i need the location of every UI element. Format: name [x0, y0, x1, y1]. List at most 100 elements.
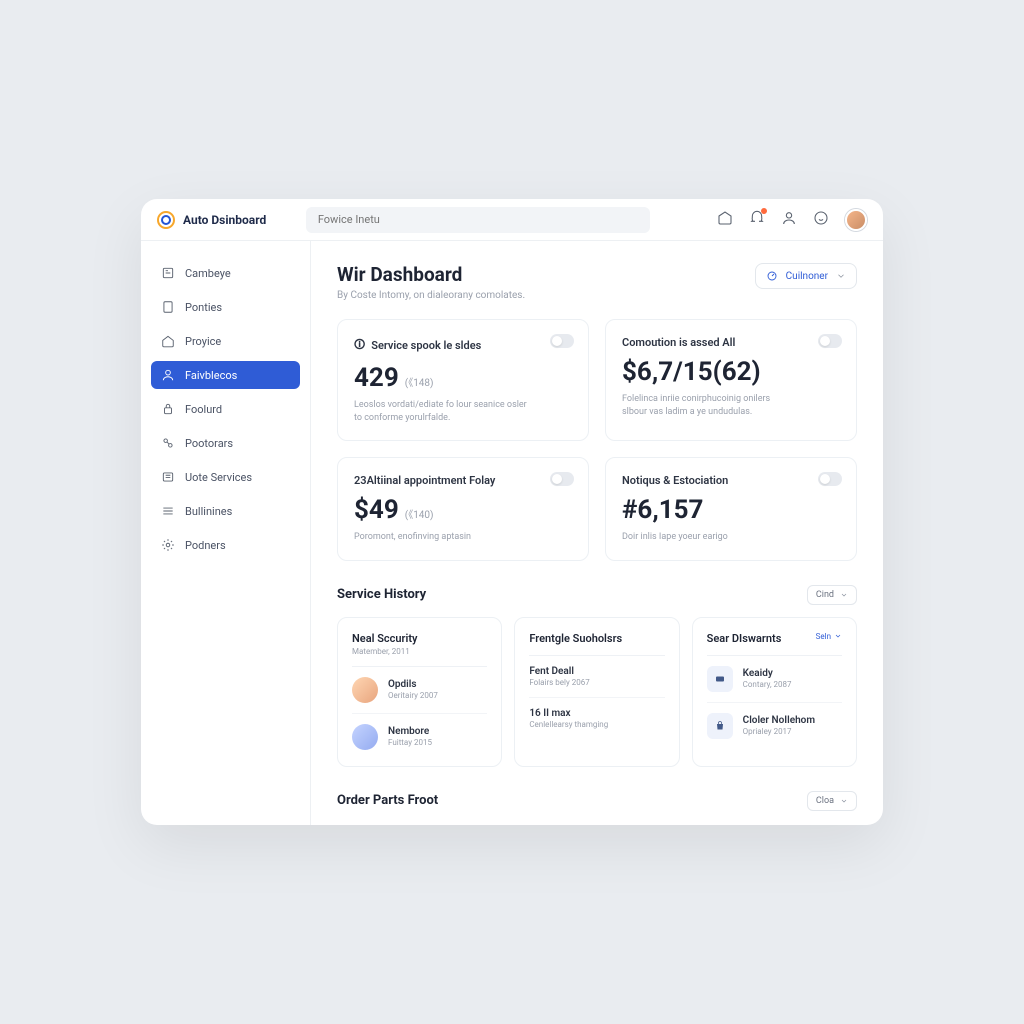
sidebar: Cambeye Ponties Proyice Faivblecos Foolu… — [141, 241, 311, 825]
row-sub: Folairs bely 2067 — [529, 678, 589, 687]
card-eyebrow: Service spook le sldes — [371, 339, 481, 352]
sidebar-item-7[interactable]: Bullinines — [151, 497, 300, 525]
filter-label: Cuilnoner — [786, 271, 828, 282]
panel-title: Neal Sccurity — [352, 632, 418, 645]
panel-title: Frentgle Suoholsrs — [529, 632, 622, 645]
body: Cambeye Ponties Proyice Faivblecos Foolu… — [141, 241, 883, 825]
pill-label: Seln — [816, 632, 831, 641]
sidebar-item-3[interactable]: Faivblecos — [151, 361, 300, 389]
card-toggle[interactable] — [550, 472, 574, 486]
card-toggle[interactable] — [818, 472, 842, 486]
sidebar-item-label: Faivblecos — [185, 369, 237, 382]
sidebar-item-label: Podners — [185, 539, 226, 552]
card-toggle[interactable] — [818, 334, 842, 348]
card-value: $49 — [354, 495, 399, 525]
list-item[interactable]: KeaidyContary, 2087 — [707, 656, 842, 703]
panel-sub: Matember, 2011 — [352, 647, 418, 656]
card-value: #6,157 — [622, 495, 703, 525]
sidebar-item-label: Uote Services — [185, 471, 252, 484]
card-sub: (《140) — [405, 506, 434, 521]
chevron-down-icon — [840, 591, 848, 599]
sidebar-item-label: Cambeye — [185, 267, 231, 280]
card-estimate: Notiqus & Estociation #6,157 Doir inlis … — [605, 457, 857, 561]
panel-sponsors: Frentgle Suoholsrs Fent DeallFolairs bel… — [514, 617, 679, 767]
brand: Auto Dsinboard — [157, 211, 266, 229]
sidebar-item-label: Ponties — [185, 301, 222, 314]
card-value: $6,7/15(62) — [622, 357, 761, 387]
row-sub: Contary, 2087 — [743, 680, 792, 689]
topbar-actions — [717, 209, 867, 231]
list-item[interactable]: 16 II maxCenlellearsy thamging — [529, 698, 664, 739]
card-icon — [707, 666, 733, 692]
avatar-icon — [352, 677, 378, 703]
avatar-icon — [352, 724, 378, 750]
sidebar-item-2[interactable]: Proyice — [151, 327, 300, 355]
info-icon: 🛈 — [354, 336, 365, 355]
list-item[interactable]: Cloler NoIlehomOprialey 2017 — [707, 703, 842, 749]
card-desc: Doir inlis Iape yoeur earigo — [622, 531, 796, 544]
stat-cards: 🛈 Service spook le sldes 429 (《148) Leoslo… — [337, 319, 857, 561]
order-parts-chip[interactable]: Cloa — [807, 791, 857, 811]
panel-title: Sear DIswarnts — [707, 632, 782, 645]
panel-security: Neal Sccurity Matember, 2011 OpdilsOerita… — [337, 617, 502, 767]
order-parts-title: Order Parts Froot — [337, 793, 438, 808]
chip-label: Cind — [816, 590, 834, 600]
card-appointment: 23Altiinal appointment Folay $49 (《140) P… — [337, 457, 589, 561]
history-head: Service History Cind — [337, 585, 857, 605]
sidebar-item-1[interactable]: Ponties — [151, 293, 300, 321]
page-subtitle: By Coste Intomy, on dialeorany comolates… — [337, 290, 525, 301]
row-sub: Cenlellearsy thamging — [529, 720, 608, 729]
panel-discounts: Sear DIswarnts Seln KeaidyContary, 2087 … — [692, 617, 857, 767]
sidebar-item-label: Proyice — [185, 335, 221, 348]
list-item[interactable]: Fent DeallFolairs bely 2067 — [529, 656, 664, 698]
notification-dot-icon — [761, 208, 767, 214]
chevron-down-icon — [840, 797, 848, 805]
row-title: Keaidy — [743, 668, 792, 679]
search-wrap — [306, 207, 650, 233]
card-eyebrow: Comoution is assed All — [622, 336, 735, 349]
card-sub: (《148) — [405, 374, 434, 389]
card-desc: Leoslos vordati/ediate fo lour seanice o… — [354, 399, 528, 424]
filter-button[interactable]: Cuilnoner — [755, 263, 857, 289]
card-eyebrow: 23Altiinal appointment Folay — [354, 474, 495, 487]
sidebar-item-0[interactable]: Cambeye — [151, 259, 300, 287]
list-item[interactable]: NemboreFuittay 2015 — [352, 714, 487, 760]
main: Wir Dashboard By Coste Intomy, on dialeo… — [311, 241, 883, 825]
sidebar-item-4[interactable]: Foolurd — [151, 395, 300, 423]
panel-action[interactable]: Seln — [816, 632, 842, 641]
row-title: Cloler NoIlehom — [743, 715, 815, 726]
avatar[interactable] — [845, 209, 867, 231]
bell-icon[interactable] — [749, 210, 765, 230]
sidebar-item-6[interactable]: Uote Services — [151, 463, 300, 491]
sidebar-item-label: Foolurd — [185, 403, 222, 416]
sidebar-item-8[interactable]: Podners — [151, 531, 300, 559]
sidebar-item-label: Bullinines — [185, 505, 232, 518]
bag-icon — [707, 713, 733, 739]
user-icon[interactable] — [781, 210, 797, 230]
page-head: Wir Dashboard By Coste Intomy, on dialeo… — [337, 263, 857, 301]
chevron-down-icon — [836, 271, 846, 281]
row-sub: Oeritairy 2007 — [388, 691, 438, 700]
smile-icon[interactable] — [813, 210, 829, 230]
history-filter-chip[interactable]: Cind — [807, 585, 857, 605]
topbar: Auto Dsinboard — [141, 199, 883, 241]
sidebar-item-5[interactable]: Pootorars — [151, 429, 300, 457]
chip-label: Cloa — [816, 796, 834, 806]
app-window: Auto Dsinboard Cambeye Ponties — [141, 199, 883, 825]
card-service: 🛈 Service spook le sldes 429 (《148) Leoslo… — [337, 319, 589, 441]
card-toggle[interactable] — [550, 334, 574, 348]
list-item[interactable]: OpdilsOeritairy 2007 — [352, 667, 487, 714]
card-desc: Poromont, enofinving aptasin — [354, 531, 528, 544]
row-sub: Oprialey 2017 — [743, 727, 815, 736]
row-sub: Fuittay 2015 — [388, 738, 432, 747]
card-commission: Comoution is assed All $6,7/15(62) Folel… — [605, 319, 857, 441]
history-panels: Neal Sccurity Matember, 2011 OpdilsOerita… — [337, 617, 857, 767]
order-parts-head: Order Parts Froot Cloa — [337, 791, 857, 811]
inbox-icon[interactable] — [717, 210, 733, 230]
row-title: Nembore — [388, 726, 432, 737]
chevron-down-icon — [834, 632, 842, 640]
gauge-icon — [766, 270, 778, 282]
row-title: Fent Deall — [529, 666, 589, 677]
card-value: 429 — [354, 363, 399, 393]
search-input[interactable] — [306, 207, 650, 233]
